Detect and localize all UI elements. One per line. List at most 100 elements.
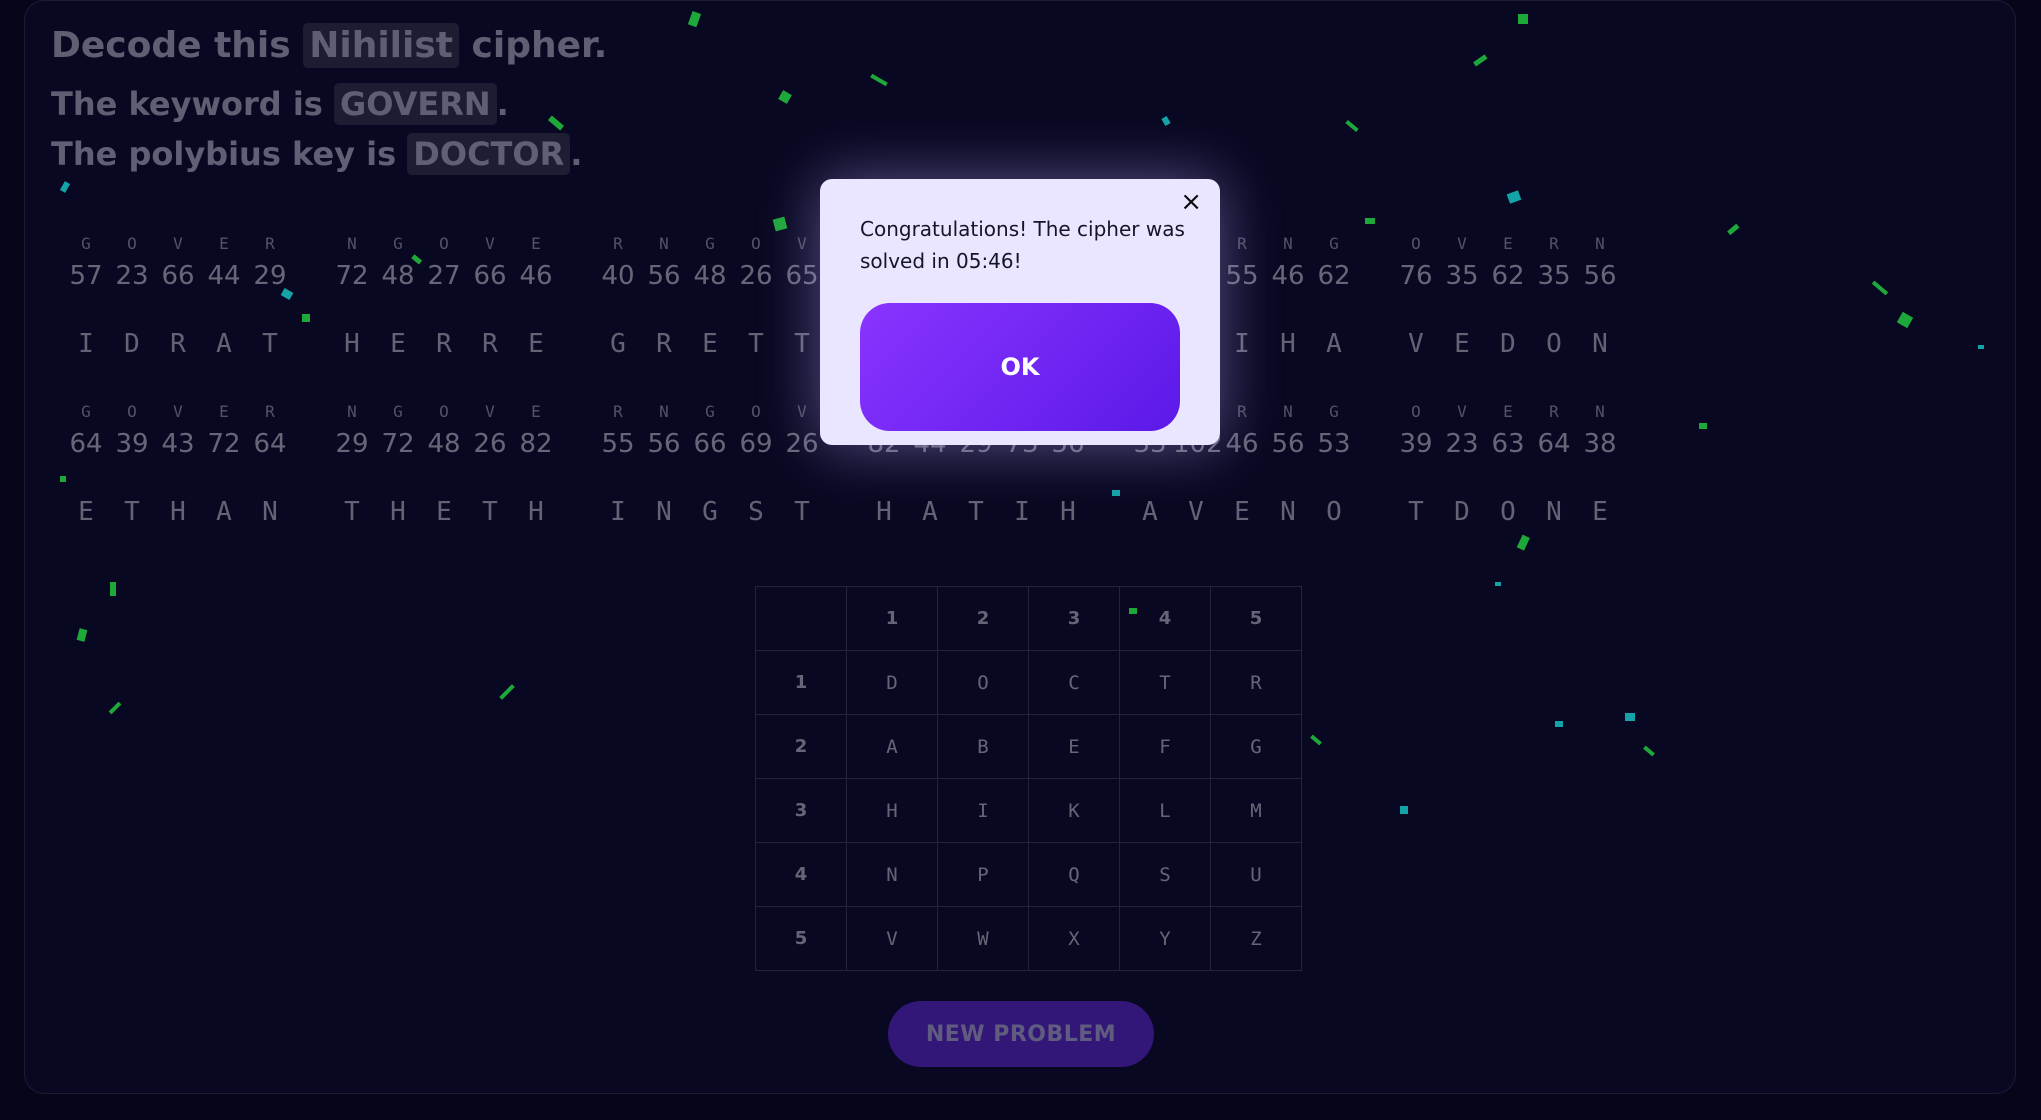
- plaintext-letter[interactable]: E: [687, 329, 733, 359]
- plaintext-letter[interactable]: D: [1439, 497, 1485, 527]
- plaintext-letter[interactable]: E: [63, 497, 109, 527]
- cipher-number: 46: [519, 261, 553, 291]
- plaintext-letter[interactable]: H: [1045, 497, 1091, 527]
- key-letter: V: [485, 234, 495, 253]
- plaintext-letter[interactable]: N: [1577, 329, 1623, 359]
- dialog-message: Congratulations! The cipher was solved i…: [860, 217, 1185, 273]
- plaintext-letter[interactable]: I: [1219, 329, 1265, 359]
- plaintext-letter[interactable]: N: [1531, 497, 1577, 527]
- plaintext-letter[interactable]: T: [779, 329, 825, 359]
- close-icon[interactable]: ×: [1180, 189, 1202, 215]
- plaintext-letter[interactable]: A: [201, 329, 247, 359]
- key-letter: O: [439, 234, 449, 253]
- plaintext-letter[interactable]: H: [375, 497, 421, 527]
- cipher-number: 46: [1225, 429, 1259, 459]
- polybius-cell: W: [937, 906, 1029, 971]
- plaintext-letter[interactable]: I: [999, 497, 1045, 527]
- plaintext-letter[interactable]: E: [375, 329, 421, 359]
- plaintext-letter[interactable]: T: [247, 329, 293, 359]
- key-letter: E: [531, 234, 541, 253]
- plaintext-letter[interactable]: T: [1393, 497, 1439, 527]
- cipher-number: 82: [519, 429, 553, 459]
- polybius-cell: U: [1210, 842, 1302, 907]
- polybius-cell: I: [937, 778, 1029, 843]
- plaintext-letter[interactable]: T: [467, 497, 513, 527]
- plaintext-letter[interactable]: T: [953, 497, 999, 527]
- plaintext-letter[interactable]: S: [733, 497, 779, 527]
- plaintext-letter[interactable]: I: [595, 497, 641, 527]
- plaintext-letter[interactable]: H: [1265, 329, 1311, 359]
- key-letter: O: [127, 234, 137, 253]
- polybius-key-value: DOCTOR: [407, 133, 571, 175]
- polybius-cell: S: [1119, 842, 1211, 907]
- puzzle-title: Decode this Nihilist cipher.: [51, 23, 608, 68]
- polybius-cell: T: [1119, 650, 1211, 715]
- plaintext-letter[interactable]: H: [513, 497, 559, 527]
- polybius-corner: [755, 586, 847, 651]
- plaintext-letter[interactable]: T: [779, 497, 825, 527]
- plaintext-letter[interactable]: H: [155, 497, 201, 527]
- cipher-number: 38: [1583, 429, 1617, 459]
- plaintext-letter[interactable]: N: [641, 497, 687, 527]
- polybius-row-header: 1: [755, 650, 847, 715]
- cipher-number: 69: [739, 429, 773, 459]
- cipher-number: 39: [1399, 429, 1433, 459]
- polybius-cell: B: [937, 714, 1029, 779]
- ok-button[interactable]: OK: [860, 303, 1180, 431]
- polybius-cell: M: [1210, 778, 1302, 843]
- plaintext-letter[interactable]: E: [513, 329, 559, 359]
- plaintext-letter[interactable]: T: [329, 497, 375, 527]
- cipher-number: 29: [253, 261, 287, 291]
- plaintext-letter[interactable]: A: [907, 497, 953, 527]
- polybius-row-header: 3: [755, 778, 847, 843]
- plaintext-letter[interactable]: E: [1439, 329, 1485, 359]
- plaintext-letter[interactable]: A: [201, 497, 247, 527]
- cipher-number: 40: [601, 261, 635, 291]
- plaintext-letter[interactable]: H: [861, 497, 907, 527]
- plaintext-letter[interactable]: R: [641, 329, 687, 359]
- plaintext-letter[interactable]: R: [421, 329, 467, 359]
- new-problem-button[interactable]: NEW PROBLEM: [888, 1001, 1154, 1067]
- plaintext-letter[interactable]: H: [329, 329, 375, 359]
- key-letter: G: [1329, 234, 1339, 253]
- plaintext-letter[interactable]: T: [109, 497, 155, 527]
- polybius-cell: R: [1210, 650, 1302, 715]
- polybius-cell: E: [1028, 714, 1120, 779]
- plaintext-letter[interactable]: E: [1577, 497, 1623, 527]
- plaintext-letter[interactable]: T: [733, 329, 779, 359]
- polybius-cell: Z: [1210, 906, 1302, 971]
- plaintext-letter[interactable]: N: [247, 497, 293, 527]
- plaintext-letter[interactable]: O: [1531, 329, 1577, 359]
- cipher-number: 72: [335, 261, 369, 291]
- plaintext-letter[interactable]: E: [421, 497, 467, 527]
- plaintext-letter[interactable]: O: [1485, 497, 1531, 527]
- plaintext-letter[interactable]: A: [1127, 497, 1173, 527]
- plaintext-letter[interactable]: G: [687, 497, 733, 527]
- plaintext-letter[interactable]: D: [109, 329, 155, 359]
- plaintext-letter[interactable]: R: [467, 329, 513, 359]
- key-letter: N: [1283, 402, 1293, 421]
- cipher-number: 55: [1225, 261, 1259, 291]
- plaintext-letter[interactable]: I: [63, 329, 109, 359]
- plaintext-letter[interactable]: D: [1485, 329, 1531, 359]
- key-letter: G: [705, 234, 715, 253]
- plaintext-letter[interactable]: A: [1311, 329, 1357, 359]
- key-letter: V: [797, 234, 807, 253]
- key-letter: N: [659, 234, 669, 253]
- cipher-number: 66: [161, 261, 195, 291]
- cipher-number: 23: [1445, 429, 1479, 459]
- cipher-number: 56: [647, 429, 681, 459]
- polybius-col-header: 4: [1119, 586, 1211, 651]
- cipher-number: 35: [1445, 261, 1479, 291]
- cipher-number: 27: [427, 261, 461, 291]
- plaintext-letter[interactable]: O: [1311, 497, 1357, 527]
- plaintext-letter[interactable]: N: [1265, 497, 1311, 527]
- plaintext-letter[interactable]: G: [595, 329, 641, 359]
- key-letter: R: [1237, 402, 1247, 421]
- plaintext-letter[interactable]: V: [1173, 497, 1219, 527]
- plaintext-letter[interactable]: E: [1219, 497, 1265, 527]
- plaintext-letter[interactable]: R: [155, 329, 201, 359]
- cipher-number: 56: [1583, 261, 1617, 291]
- key-letter: V: [1457, 234, 1467, 253]
- plaintext-letter[interactable]: V: [1393, 329, 1439, 359]
